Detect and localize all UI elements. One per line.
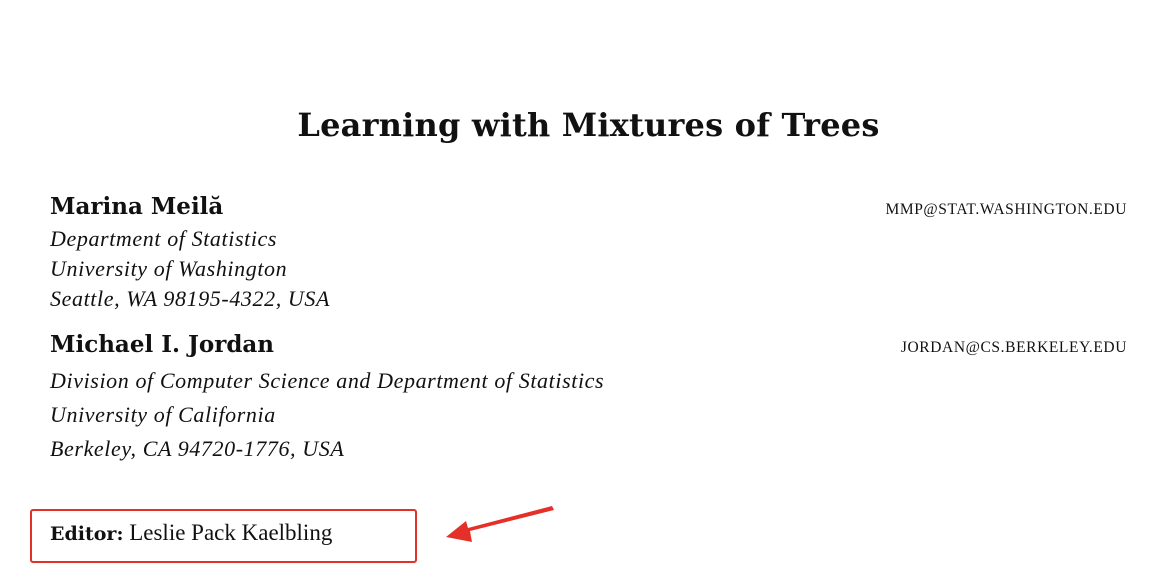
author-name-2: Michael I. Jordan — [50, 331, 275, 358]
author-affiliation-2-line-2: University of California — [50, 402, 276, 427]
author-email-2: JORDAN@CS.BERKELEY.EDU — [900, 339, 1127, 356]
author-affiliation-1-line-3: Seattle, WA 98195-4322, USA — [50, 286, 331, 311]
author-email-1: MMP@STAT.WASHINGTON.EDU — [885, 201, 1127, 218]
author-affiliation-1-line-1: Department of Statistics — [50, 226, 278, 251]
editor-line: Editor: Leslie Pack Kaelbling — [50, 520, 332, 546]
author-affiliation-1-line-2: University of Washington — [50, 256, 288, 281]
arrow-icon — [446, 506, 554, 542]
author-affiliation-2-line-3: Berkeley, CA 94720-1776, USA — [50, 436, 345, 461]
editor-name: Leslie Pack Kaelbling — [129, 520, 333, 545]
arrow-shape — [446, 506, 554, 542]
author-name-1: Marina Meilă — [50, 193, 224, 220]
author-affiliation-2-line-1: Division of Computer Science and Departm… — [50, 368, 605, 393]
editor-label: Editor: — [50, 523, 124, 545]
paper-title: Learning with Mixtures of Trees — [297, 106, 880, 144]
